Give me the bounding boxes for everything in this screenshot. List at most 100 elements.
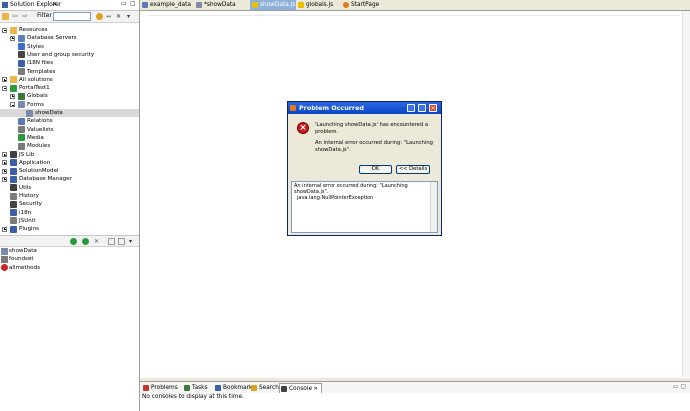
tree-item[interactable]: Styles — [0, 43, 139, 51]
outline-item-label: showData — [9, 248, 37, 254]
dialog-app-icon — [290, 105, 296, 111]
minimize-icon[interactable]: ▭ — [121, 0, 127, 9]
tab-label: example_data — [150, 2, 191, 8]
remove-icon[interactable]: ✕ — [94, 238, 101, 245]
tree-item[interactable]: Resources — [0, 26, 139, 34]
dialog-title-bar[interactable]: Problem Occurred ✕ — [288, 102, 441, 114]
maximize-icon[interactable]: ▢ — [130, 0, 136, 9]
move-up-icon[interactable] — [108, 237, 115, 245]
media-icon — [18, 134, 25, 142]
tab-label: Search — [259, 385, 279, 391]
details-textarea[interactable]: An internal error occurred during: "Laun… — [291, 181, 438, 233]
tree-item[interactable]: Media — [0, 134, 139, 142]
i18n-icon — [10, 209, 17, 217]
tree-item[interactable]: History — [0, 192, 139, 200]
back-icon[interactable]: ⇦ — [12, 13, 19, 20]
styles-icon — [18, 43, 25, 51]
tree-item[interactable]: Database Manager — [0, 175, 139, 183]
tree-item[interactable]: i18n — [0, 209, 139, 217]
tab-search[interactable]: Search — [250, 383, 279, 393]
tree-item[interactable]: I18N files — [0, 59, 139, 67]
dialog-minimize-button[interactable] — [407, 104, 415, 112]
expand-icon[interactable] — [2, 160, 7, 166]
tree-item[interactable]: JS Lib — [0, 151, 139, 159]
run-icon[interactable] — [82, 237, 89, 245]
tree-item[interactable]: JSUnit — [0, 217, 139, 225]
tree-item[interactable]: SolutionModel — [0, 167, 139, 175]
ok-button[interactable]: OK — [359, 165, 392, 174]
add-icon[interactable] — [70, 237, 77, 245]
tree-item-label: Application — [19, 159, 51, 166]
template-icon — [18, 68, 25, 75]
application-icon — [10, 159, 17, 167]
tree-item[interactable]: Valuelists — [0, 126, 139, 134]
expand-all-icon[interactable]: ↔ — [106, 13, 113, 20]
expand-icon[interactable] — [2, 152, 7, 157]
move-down-icon[interactable] — [118, 237, 125, 245]
collapse-icon[interactable]: ✕ — [116, 13, 123, 20]
tree-item[interactable]: Relations — [0, 117, 139, 125]
sync-icon[interactable] — [96, 13, 103, 20]
expand-icon[interactable] — [2, 77, 7, 83]
tree-item[interactable]: Templates — [0, 68, 139, 76]
forward-icon[interactable]: ⇨ — [22, 13, 29, 20]
tab-showdata-js[interactable]: showData.js — [250, 0, 296, 10]
i18n-icon — [18, 59, 25, 67]
editor-scrollbar[interactable] — [682, 11, 690, 377]
tree-item[interactable]: Application — [0, 159, 139, 167]
tree-item-label: Media — [27, 134, 44, 141]
expand-icon[interactable] — [2, 226, 7, 232]
tab-label: Problems — [151, 385, 178, 391]
home-icon[interactable] — [2, 13, 9, 20]
tree-item-label: Modules — [27, 143, 51, 150]
explorer-title-bar: Solution Explorer ✕ ▭ ▢ — [0, 0, 139, 11]
tree-item[interactable]: All solutions — [0, 76, 139, 84]
collapse-icon[interactable] — [10, 102, 15, 108]
tree-item-label: Database Servers — [27, 35, 77, 42]
tasks-icon — [184, 385, 190, 391]
tab-startpage[interactable]: StartPage — [341, 0, 389, 10]
tab-label: globals.js — [306, 2, 334, 8]
expand-icon[interactable] — [2, 168, 7, 174]
details-button[interactable]: << Details — [396, 165, 430, 174]
editor-tab-bar: example_data *showData showData.js globals.… — [140, 0, 690, 11]
tab-problems[interactable]: Problems — [142, 383, 178, 393]
tree-item[interactable]: Security — [0, 200, 139, 208]
console-view-icons: ▭ ▢ — [672, 383, 686, 390]
tree-item[interactable]: User and group security — [0, 51, 139, 59]
close-icon[interactable]: ✕ — [312, 386, 318, 392]
expand-icon[interactable] — [10, 35, 15, 41]
tree-item[interactable]: Plugins — [0, 225, 139, 233]
tree-item[interactable]: Forms — [0, 101, 139, 109]
js-icon — [298, 2, 304, 8]
close-icon[interactable]: ✕ — [52, 0, 57, 10]
tab-example-data[interactable]: example_data — [140, 0, 194, 10]
view-menu-icon[interactable]: ▾ — [127, 13, 134, 20]
expand-icon[interactable] — [10, 93, 15, 99]
tab-tasks[interactable]: Tasks — [183, 383, 208, 393]
filter-input[interactable] — [53, 12, 91, 21]
tree-item-label: JS Lib — [19, 151, 35, 158]
tree-item[interactable]: Globals — [0, 92, 139, 100]
servoy-icon — [343, 2, 349, 8]
outline-menu-icon[interactable]: ▾ — [129, 238, 136, 245]
tab-globals-js[interactable]: globals.js — [296, 0, 341, 10]
dialog-close-button[interactable]: ✕ — [429, 104, 437, 112]
tree-item[interactable]: PortalTest1 — [0, 84, 139, 92]
methods-icon — [1, 264, 8, 272]
collapse-icon[interactable] — [2, 85, 7, 91]
tree-item[interactable]: Modules — [0, 142, 139, 150]
tree-item[interactable]: Utils — [0, 184, 139, 192]
tree-item[interactable]: showData — [0, 109, 139, 117]
solution-icon — [10, 84, 17, 92]
dialog-maximize-button[interactable] — [418, 104, 426, 112]
details-scrollbar[interactable] — [430, 182, 437, 232]
tab--showdata[interactable]: *showData — [194, 0, 250, 10]
bookmark-icon — [215, 385, 221, 391]
database-icon — [18, 34, 25, 42]
collapse-icon[interactable] — [2, 27, 7, 33]
expand-icon[interactable] — [2, 176, 7, 182]
tree-item[interactable]: Database Servers — [0, 34, 139, 42]
outline-toolbar: ✕ ▾ — [0, 235, 139, 247]
solutionmodel-icon — [10, 167, 17, 175]
